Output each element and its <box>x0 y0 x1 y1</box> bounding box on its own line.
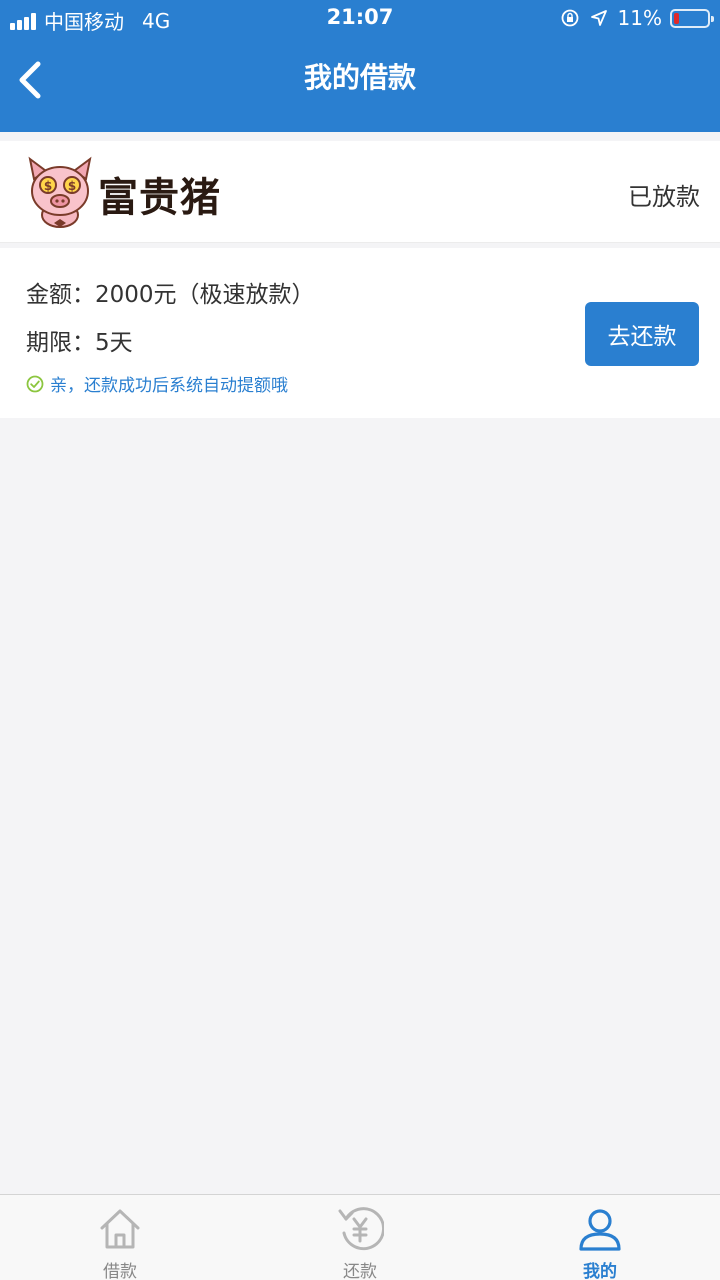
tab-mine[interactable]: 我的 <box>480 1195 720 1280</box>
lender-card: $ $ 富贵猪 已放款 <box>0 141 720 243</box>
loan-amount: 金额：2000元（极速放款） <box>26 282 315 308</box>
loan-status-badge: 已放款 <box>628 183 700 211</box>
tab-repay[interactable]: 还款 <box>240 1195 480 1280</box>
status-bar: 中国移动 4G 21:07 11% <box>0 0 720 36</box>
home-icon <box>100 1209 140 1249</box>
repay-yen-icon <box>338 1207 384 1251</box>
pig-logo-icon: $ $ <box>28 156 92 228</box>
tab-borrow[interactable]: 借款 <box>0 1195 240 1280</box>
navigation-bar: 我的借款 <box>0 40 720 110</box>
loan-term: 期限：5天 <box>26 330 133 356</box>
tab-borrow-label: 借款 <box>103 1262 137 1280</box>
svg-text:$: $ <box>44 179 52 193</box>
tab-mine-label: 我的 <box>583 1262 617 1280</box>
bottom-tab-bar: 借款 还款 我的 <box>0 1194 720 1280</box>
repay-button[interactable]: 去还款 <box>585 302 699 366</box>
battery-icon <box>670 8 714 28</box>
lender-name: 富贵猪 <box>98 175 221 221</box>
page-title: 我的借款 <box>303 61 416 94</box>
loan-detail-card: 金额：2000元（极速放款） 期限：5天 亲，还款成功后系统自动提额哦 去还款 <box>0 248 720 418</box>
orientation-lock-icon <box>561 9 578 27</box>
location-icon <box>590 10 607 26</box>
tab-repay-label: 还款 <box>343 1262 377 1280</box>
top-header: 中国移动 4G 21:07 11% 我的借款 <box>0 0 720 132</box>
battery-percent: 11% <box>617 6 662 30</box>
repay-tip: 亲，还款成功后系统自动提额哦 <box>26 371 288 396</box>
check-circle-icon <box>26 375 44 392</box>
repay-tip-text: 亲，还款成功后系统自动提额哦 <box>50 376 288 396</box>
user-icon <box>579 1209 621 1251</box>
svg-text:$: $ <box>68 179 76 193</box>
